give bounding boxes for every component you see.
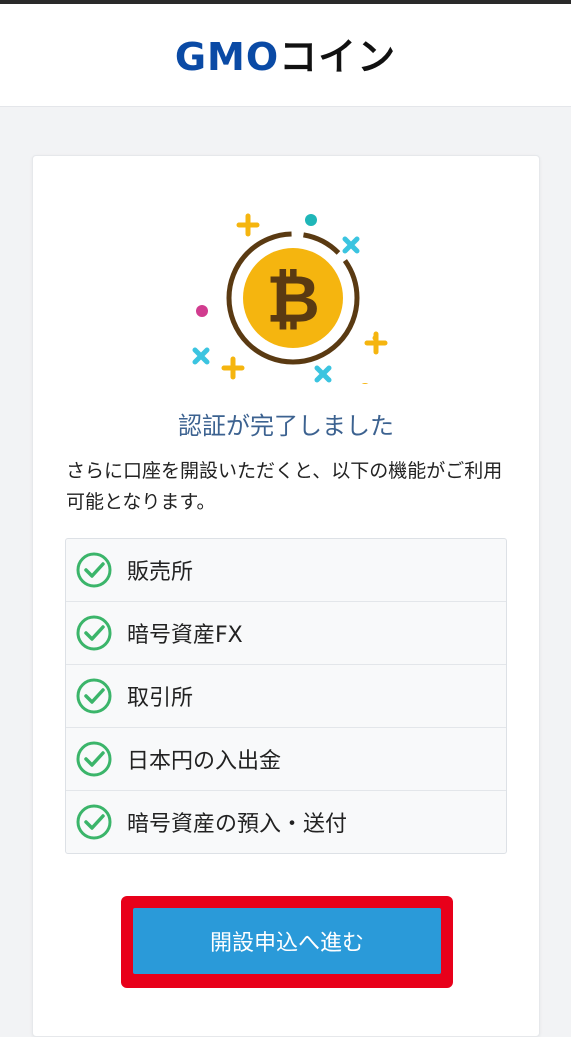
check-circle-icon bbox=[76, 741, 112, 777]
account-opening-description: さらに口座を開設いただくと、以下の機能がご利用可能となります。 bbox=[66, 460, 503, 513]
feature-label: 暗号資産の預入・送付 bbox=[127, 812, 348, 837]
check-circle-icon bbox=[76, 678, 112, 714]
check-circle-icon bbox=[76, 552, 112, 588]
list-item: 暗号資産FX bbox=[66, 602, 506, 665]
check-circle-icon bbox=[76, 804, 112, 840]
open-account-button[interactable]: 開設申込へ進む bbox=[133, 908, 441, 974]
gmo-coin-logo[interactable]: GMOコイン bbox=[175, 26, 396, 81]
list-item: 販売所 bbox=[66, 539, 506, 602]
list-item: 日本円の入出金 bbox=[66, 728, 506, 791]
logo-gmo-text: GMO bbox=[174, 34, 280, 79]
feature-list: 販売所 暗号資産FX 取引所 日本円の入出金 暗号資産の預入・送付 bbox=[65, 538, 507, 854]
list-item: 取引所 bbox=[66, 665, 506, 728]
list-item: 暗号資産の預入・送付 bbox=[66, 791, 506, 853]
app-header: GMOコイン bbox=[0, 4, 571, 107]
verification-complete-card: ₿ 認証が完了しました さらに口座を開設いただくと、以下の機能がご利用可能となり… bbox=[32, 155, 540, 1037]
feature-label: 暗号資産FX bbox=[127, 623, 243, 648]
check-circle-icon bbox=[76, 615, 112, 651]
verification-title: 認証が完了しました bbox=[178, 412, 394, 440]
bitcoin-celebration-icon: ₿ bbox=[192, 213, 388, 384]
svg-text:₿: ₿ bbox=[266, 261, 320, 338]
feature-label: 日本円の入出金 bbox=[127, 749, 282, 774]
logo-coin-text: コイン bbox=[279, 34, 397, 79]
feature-label: 販売所 bbox=[127, 560, 194, 585]
cta-highlight-frame: 開設申込へ進む bbox=[121, 896, 453, 988]
feature-label: 取引所 bbox=[127, 686, 194, 711]
